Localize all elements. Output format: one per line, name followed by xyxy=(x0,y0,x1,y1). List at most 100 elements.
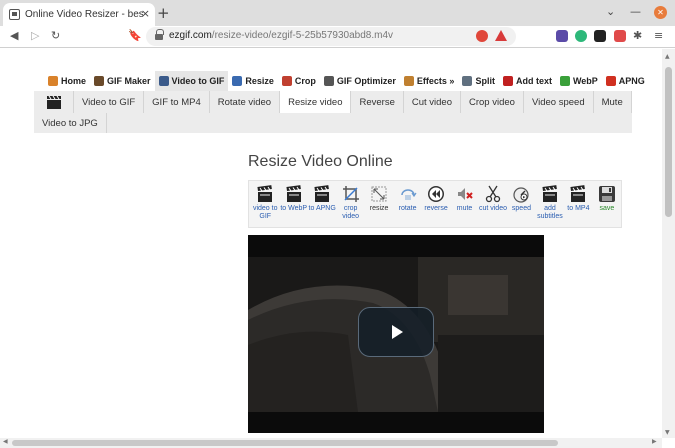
submenu-item-video-to-gif[interactable]: Video to GIF xyxy=(74,91,145,113)
scroll-down-icon[interactable]: ▼ xyxy=(665,429,670,436)
main-menu-label: Crop xyxy=(294,76,316,86)
crop-tool-icon xyxy=(341,184,361,204)
main-menu-item-add-text[interactable]: Add text xyxy=(499,71,556,91)
video-tools-toolbar: video to GIF to WebP to APNG crop video resi… xyxy=(248,180,622,228)
submenu-item-resize-video[interactable]: Resize video xyxy=(280,91,352,113)
page-favicon-icon xyxy=(9,9,20,20)
resize-tool-icon xyxy=(369,184,389,204)
apng-icon xyxy=(605,76,616,86)
browser-tab[interactable]: Online Video Resizer - best_ap × xyxy=(3,3,155,26)
main-menu-label: Resize xyxy=(245,76,274,86)
submenu-item-reverse[interactable]: Reverse xyxy=(351,91,404,113)
submenu-item-gif-to-mp4[interactable]: GIF to MP4 xyxy=(144,91,210,113)
submenu-clapperboard-icon[interactable] xyxy=(34,91,74,113)
url-text[interactable]: ezgif.com/resize-video/ezgif-5-25b57930a… xyxy=(169,30,393,41)
submenu-item-cut-video[interactable]: Cut video xyxy=(404,91,461,113)
horizontal-scrollbar[interactable]: ◀ ▶ xyxy=(0,438,662,448)
vertical-scroll-thumb[interactable] xyxy=(665,67,672,217)
lock-icon xyxy=(155,29,164,40)
main-menu-item-split[interactable]: Split xyxy=(458,71,499,91)
scroll-right-icon[interactable]: ▶ xyxy=(652,438,657,445)
reload-icon[interactable]: ↻ xyxy=(51,29,60,42)
tool-speed-button[interactable]: speed xyxy=(507,181,535,227)
scroll-up-icon[interactable]: ▲ xyxy=(665,53,670,60)
main-menu-item-gif-optimizer[interactable]: GIF Optimizer xyxy=(320,71,400,91)
play-icon xyxy=(392,325,403,339)
tool-to-apng-button[interactable]: to APNG xyxy=(308,181,336,227)
optimizer-icon xyxy=(323,76,334,86)
main-menu-item-crop[interactable]: Crop xyxy=(278,71,320,91)
main-menu-label: Add text xyxy=(515,76,552,86)
brave-shield-icon[interactable] xyxy=(476,30,488,42)
clapperboard-icon xyxy=(312,184,332,204)
main-menu-item-apng[interactable]: APNG xyxy=(602,71,649,91)
address-bar[interactable]: ezgif.com/resize-video/ezgif-5-25b57930a… xyxy=(146,27,516,46)
floppy-icon xyxy=(597,184,617,204)
browser-window: Online Video Resizer - best_ap × + ⌄ — ✕… xyxy=(0,0,675,448)
main-menu-item-home[interactable]: Home xyxy=(44,71,90,91)
clapperboard-icon xyxy=(284,184,304,204)
rewards-icon[interactable] xyxy=(495,30,507,41)
submenu-item-crop-video[interactable]: Crop video xyxy=(461,91,524,113)
tool-video-to-gif-button[interactable]: video to GIF xyxy=(251,181,279,227)
vertical-scrollbar[interactable]: ▲ ▼ xyxy=(662,49,675,438)
tool-to-webp-button[interactable]: to WebP xyxy=(279,181,307,227)
extension-3-icon[interactable] xyxy=(594,30,606,42)
submenu-item-rotate-video[interactable]: Rotate video xyxy=(210,91,281,113)
tool-label: add subtitles xyxy=(537,205,563,220)
extension-4-icon[interactable] xyxy=(614,30,626,42)
video-player[interactable] xyxy=(248,235,544,433)
page-title: Resize Video Online xyxy=(248,153,393,170)
minimize-icon[interactable]: — xyxy=(630,5,641,18)
main-menu-label: WebP xyxy=(572,76,598,86)
tool-label: save xyxy=(599,205,615,212)
main-menu-label: Home xyxy=(61,76,87,86)
tool-resize-button[interactable]: resize xyxy=(365,181,393,227)
tool-mute-button[interactable]: mute xyxy=(450,181,478,227)
tool-label: rotate xyxy=(398,205,417,212)
scissors-icon xyxy=(483,184,503,204)
tool-label: to WebP xyxy=(280,205,308,212)
tool-rotate-button[interactable]: rotate xyxy=(393,181,421,227)
gif-maker-icon xyxy=(94,76,105,86)
tab-search-chevron-icon[interactable]: ⌄ xyxy=(606,5,615,18)
main-menu-item-effects[interactable]: Effects » xyxy=(400,71,459,91)
tool-label: reverse xyxy=(424,205,448,212)
tool-cut-video-button[interactable]: cut video xyxy=(479,181,507,227)
submenu-item-video-to-jpg[interactable]: Video to JPG xyxy=(34,113,107,133)
main-menu-label: GIF Maker xyxy=(107,76,151,86)
submenu-item-mute[interactable]: Mute xyxy=(594,91,632,113)
tab-title: Online Video Resizer - best_ap xyxy=(25,9,143,20)
new-tab-button[interactable]: + xyxy=(157,4,170,22)
clapperboard-icon xyxy=(255,184,275,204)
menu-icon[interactable]: ≡ xyxy=(654,29,663,42)
window-close-icon[interactable]: ✕ xyxy=(654,6,667,19)
tool-reverse-button[interactable]: reverse xyxy=(422,181,450,227)
tab-close-icon[interactable]: × xyxy=(141,7,150,20)
extension-1-icon[interactable] xyxy=(556,30,568,42)
main-menu-item-webp[interactable]: WebP xyxy=(556,71,602,91)
toolbar: ◀ ▷ ↻ 🔖 ezgif.com/resize-video/ezgif-5-2… xyxy=(0,26,675,48)
tool-crop-video-button[interactable]: crop video xyxy=(336,181,364,227)
bookmark-icon[interactable]: 🔖 xyxy=(128,29,142,42)
effects-icon xyxy=(403,76,414,86)
sub-menu-row-1: Video to GIF GIF to MP4 Rotate video Resize… xyxy=(34,91,632,113)
main-menu-item-video-to-gif[interactable]: Video to GIF xyxy=(154,71,229,91)
tool-to-mp4-button[interactable]: to MP4 xyxy=(564,181,592,227)
horizontal-scroll-thumb[interactable] xyxy=(12,440,558,446)
play-button[interactable] xyxy=(358,307,434,357)
clapperboard-icon xyxy=(540,184,560,204)
submenu-item-video-speed[interactable]: Video speed xyxy=(524,91,594,113)
speed-icon xyxy=(511,184,531,204)
extensions-puzzle-icon[interactable]: ✱ xyxy=(633,29,642,42)
tool-label: video to GIF xyxy=(252,205,278,220)
main-menu-item-resize[interactable]: Resize xyxy=(228,71,278,91)
back-icon[interactable]: ◀ xyxy=(10,29,18,42)
extension-2-icon[interactable] xyxy=(575,30,587,42)
scroll-left-icon[interactable]: ◀ xyxy=(3,438,8,445)
main-menu-item-gif-maker[interactable]: GIF Maker xyxy=(90,71,155,91)
tool-save-button[interactable]: save xyxy=(593,181,621,227)
forward-icon[interactable]: ▷ xyxy=(31,29,39,42)
tool-add-subtitles-button[interactable]: add subtitles xyxy=(536,181,564,227)
reverse-icon xyxy=(426,184,446,204)
